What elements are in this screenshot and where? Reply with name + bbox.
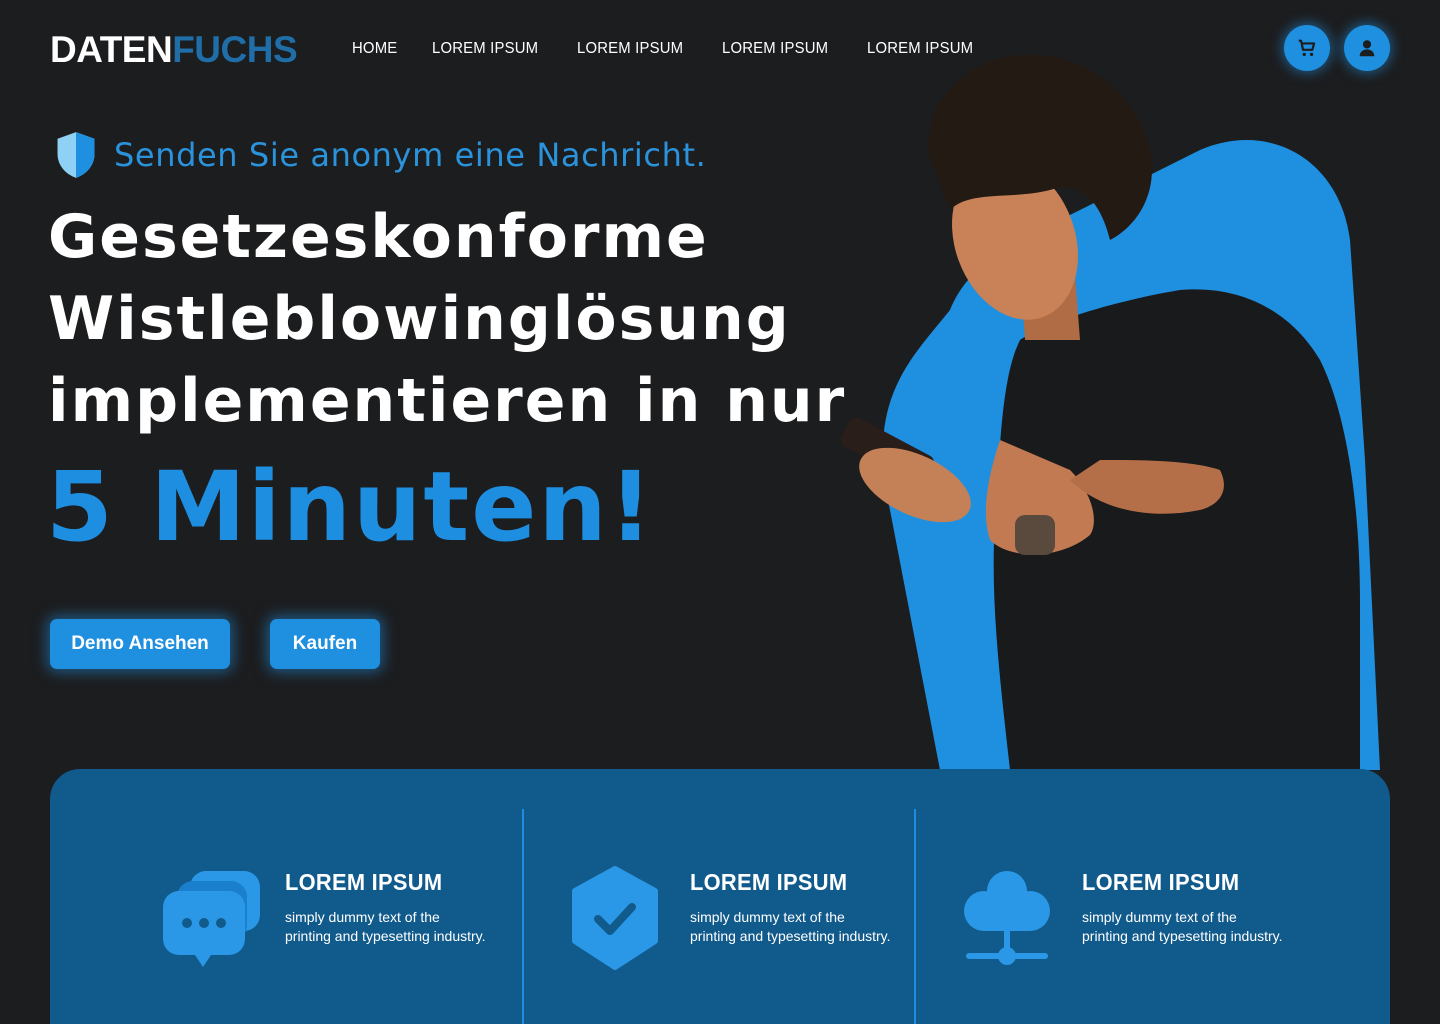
user-button[interactable] — [1344, 25, 1390, 71]
headline-highlight: 5 Minuten! — [46, 451, 655, 563]
feature-text-line-2: printing and typesetting industry. — [285, 928, 486, 944]
feature-item: LOREM IPSUM simply dummy text of the prin… — [952, 869, 1302, 973]
cloud-network-icon — [952, 863, 1062, 973]
nav-item-3[interactable]: LOREM IPSUM — [722, 38, 828, 60]
hero-image — [840, 54, 1380, 770]
nav-item-1[interactable]: LOREM IPSUM — [432, 38, 538, 60]
feature-text-line-2: printing and typesetting industry. — [690, 928, 891, 944]
nav-home[interactable]: HOME — [352, 38, 397, 60]
chat-bubbles-icon — [155, 863, 265, 973]
features-panel: LOREM IPSUM simply dummy text of the prin… — [50, 769, 1390, 1024]
buy-button[interactable]: Kaufen — [270, 619, 380, 669]
shield-icon — [54, 130, 98, 180]
feature-text: simply dummy text of the printing and typ… — [690, 908, 910, 946]
feature-text-line-1: simply dummy text of the — [285, 909, 440, 925]
user-icon — [1359, 40, 1375, 57]
tagline-text: Senden Sie anonym eine Nachricht. — [114, 136, 707, 174]
feature-text-line-2: printing and typesetting industry. — [1082, 928, 1283, 944]
feature-title: LOREM IPSUM — [690, 869, 848, 895]
feature-text: simply dummy text of the printing and typ… — [285, 908, 505, 946]
hero-headline: Gesetzeskonforme Wistleblowinglösung imp… — [48, 196, 846, 442]
feature-title: LOREM IPSUM — [1082, 869, 1240, 895]
headline-line-2: Wistleblowinglösung — [48, 284, 791, 354]
cart-button[interactable] — [1284, 25, 1330, 71]
brand-logo[interactable]: DATENFUCHS — [50, 29, 298, 70]
feature-item: LOREM IPSUM simply dummy text of the prin… — [155, 869, 505, 973]
brand-logo-part1: DATEN — [50, 29, 173, 70]
feature-item: LOREM IPSUM simply dummy text of the prin… — [560, 866, 910, 973]
headline-line-1: Gesetzeskonforme — [48, 202, 709, 272]
cart-icon — [1298, 39, 1316, 57]
nav-item-2[interactable]: LOREM IPSUM — [577, 38, 683, 60]
feature-divider — [914, 809, 916, 1024]
hero-tagline: Senden Sie anonym eine Nachricht. — [54, 130, 706, 180]
feature-divider — [522, 809, 524, 1024]
feature-text: simply dummy text of the printing and typ… — [1082, 908, 1302, 946]
feature-text-line-1: simply dummy text of the — [1082, 909, 1237, 925]
demo-button[interactable]: Demo Ansehen — [50, 619, 230, 669]
person-watch — [1015, 515, 1055, 555]
headline-line-3: implementieren in nur — [48, 366, 847, 436]
feature-title: LOREM IPSUM — [285, 869, 443, 895]
brand-logo-part2: FUCHS — [172, 29, 298, 70]
shield-check-icon — [560, 863, 670, 973]
feature-text-line-1: simply dummy text of the — [690, 909, 845, 925]
